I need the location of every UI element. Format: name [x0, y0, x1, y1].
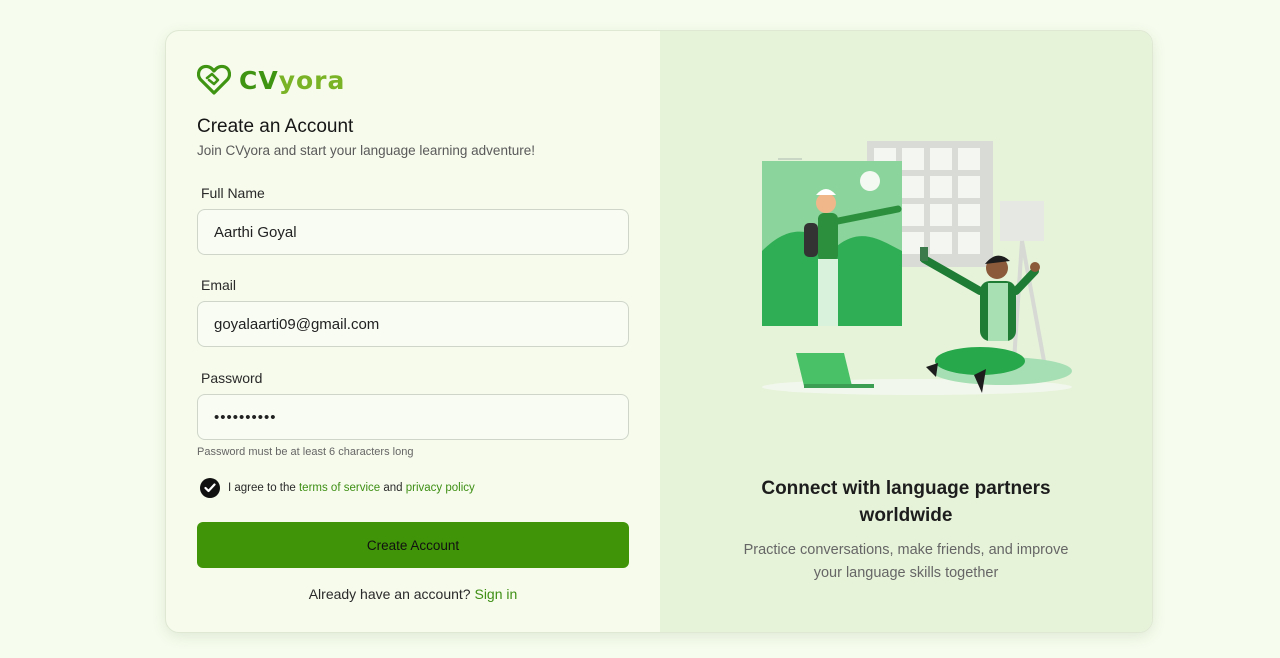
privacy-policy-link[interactable]: privacy policy	[406, 482, 475, 494]
brand-name: CVyora	[239, 65, 346, 95]
brand-logo[interactable]: CVyora	[197, 64, 345, 96]
check-icon	[204, 483, 216, 493]
email-input[interactable]	[197, 301, 629, 347]
promo-subtitle: Practice conversations, make friends, an…	[743, 542, 1069, 581]
signin-prompt: Already have an account? Sign in	[308, 586, 518, 602]
signup-card: CVyora Create an Account Join CVyora and…	[165, 30, 1153, 633]
password-input[interactable]	[197, 394, 629, 440]
language-partners-illustration	[762, 141, 1072, 395]
page-title: Create an Account	[197, 116, 354, 137]
promo-panel: Connect with language partners worldwide…	[660, 31, 1152, 632]
terms-agreement: I agree to the terms of service and priv…	[200, 478, 475, 498]
terms-of-service-link[interactable]: terms of service	[299, 482, 380, 494]
full-name-label: Full Name	[201, 185, 265, 201]
create-account-button[interactable]: Create Account	[197, 522, 629, 568]
full-name-input[interactable]	[197, 209, 629, 255]
email-label: Email	[201, 277, 237, 293]
password-label: Password	[201, 370, 263, 386]
page-subtitle: Join CVyora and start your language lear…	[197, 143, 535, 158]
signin-link[interactable]: Sign in	[474, 586, 517, 602]
password-hint: Password must be at least 6 characters l…	[197, 446, 414, 458]
signup-form-panel: CVyora Create an Account Join CVyora and…	[166, 31, 660, 632]
heart-handshake-icon	[197, 64, 231, 95]
terms-text: I agree to the terms of service and priv…	[228, 482, 475, 494]
terms-checkbox[interactable]	[200, 478, 220, 498]
promo-title: Connect with language partners worldwide	[761, 478, 1051, 526]
